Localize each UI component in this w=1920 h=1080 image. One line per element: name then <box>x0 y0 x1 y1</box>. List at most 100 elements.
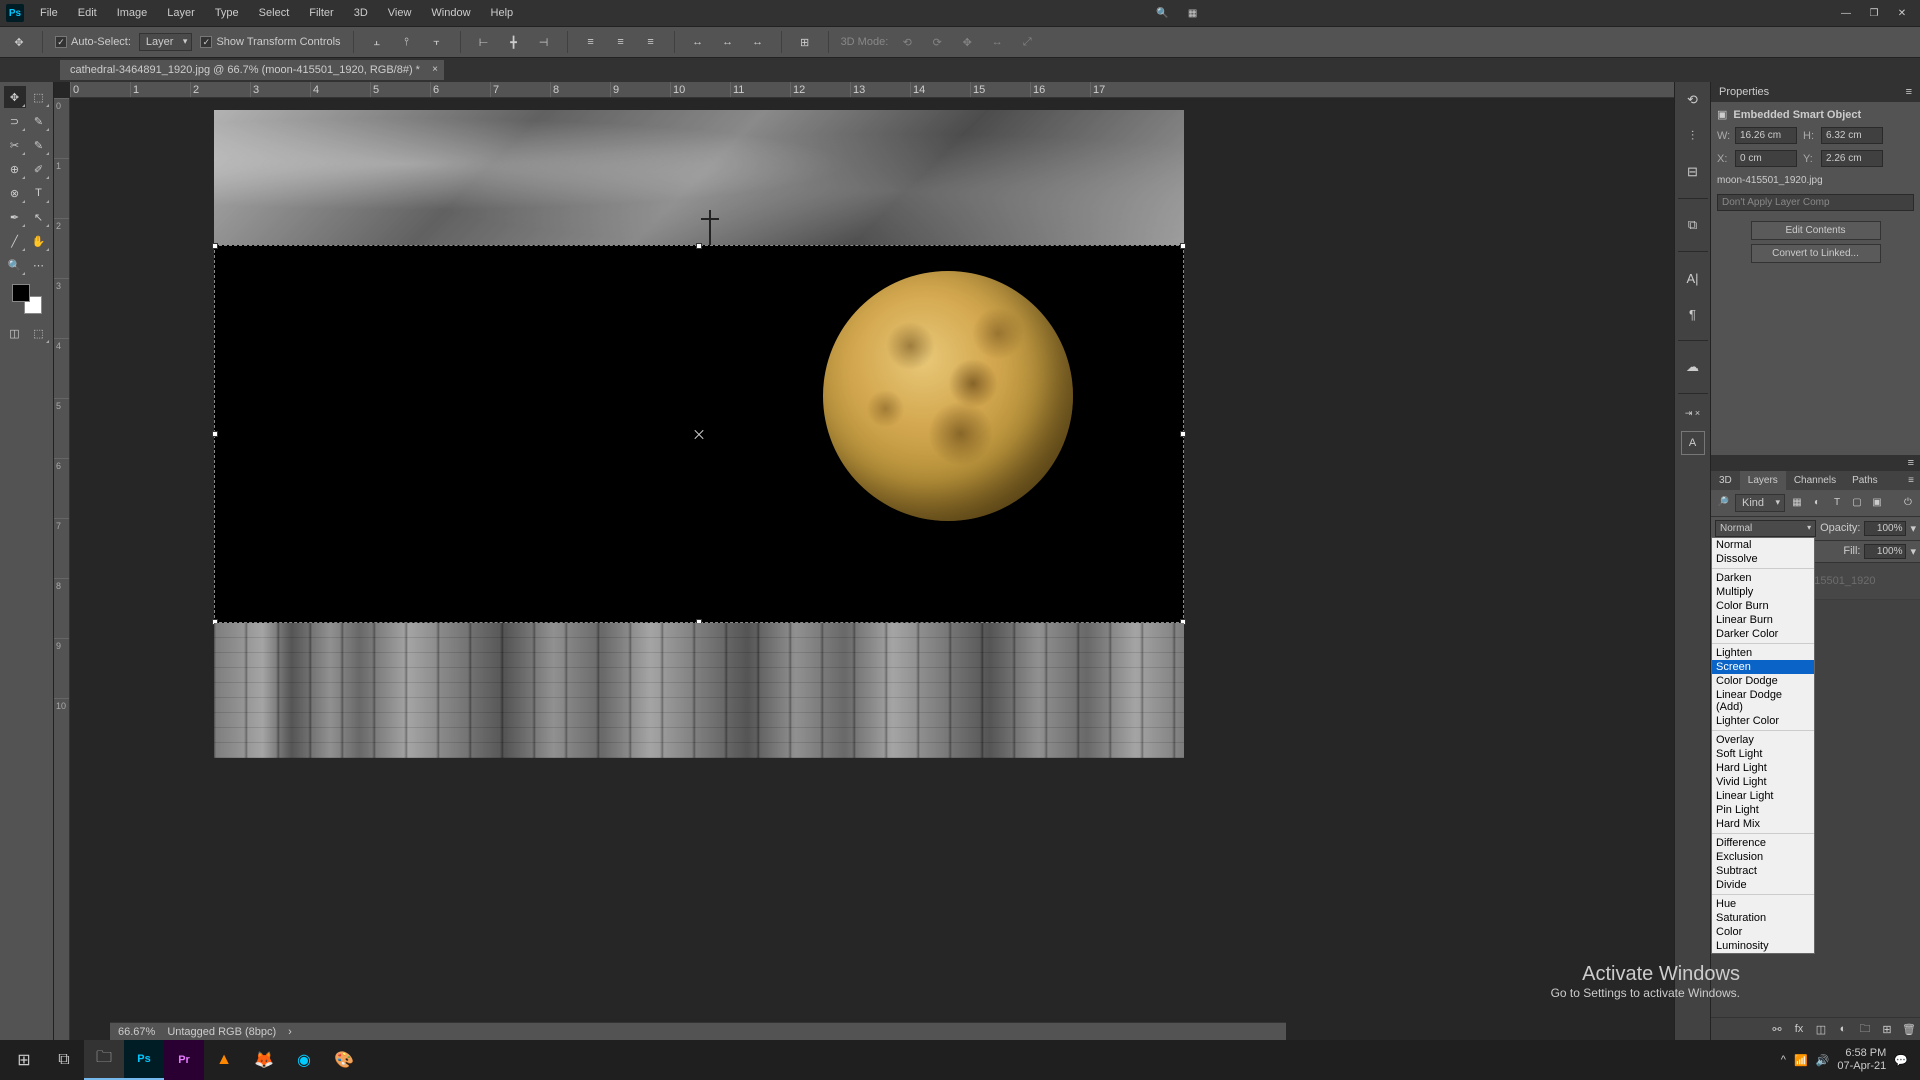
system-clock[interactable]: 6:58 PM 07-Apr-21 <box>1837 1047 1886 1073</box>
workspace-icon[interactable]: ▦ <box>1181 4 1205 22</box>
menu-select[interactable]: Select <box>251 3 298 23</box>
blend-option[interactable]: Pin Light <box>1712 803 1814 817</box>
menu-help[interactable]: Help <box>483 3 522 23</box>
height-input[interactable]: 6.32 cm <box>1821 127 1883 144</box>
filter-smart-icon[interactable]: ▣ <box>1869 495 1885 511</box>
premiere-taskbar-icon[interactable]: Pr <box>164 1040 204 1080</box>
blend-option[interactable]: Darker Color <box>1712 627 1814 641</box>
blend-option[interactable]: Hue <box>1712 897 1814 911</box>
blend-option[interactable]: Divide <box>1712 878 1814 892</box>
history-panel-icon[interactable]: ⟲ <box>1681 88 1705 112</box>
healing-tool[interactable]: ⊕ <box>4 158 26 180</box>
brush-tool[interactable]: ✐ <box>28 158 50 180</box>
paragraph-panel-icon[interactable]: ¶ <box>1681 302 1705 326</box>
blend-option[interactable]: Color <box>1712 925 1814 939</box>
move-tool[interactable]: ✥ <box>4 86 26 108</box>
blend-option[interactable]: Color Dodge <box>1712 674 1814 688</box>
opacity-input[interactable]: 100% <box>1864 521 1906 536</box>
blend-option[interactable]: Lighter Color <box>1712 714 1814 728</box>
character-panel-icon[interactable]: A| <box>1681 266 1705 290</box>
tab-paths[interactable]: Paths <box>1844 471 1886 490</box>
eyedropper-tool[interactable]: ✎ <box>28 134 50 156</box>
distribute-h-icon[interactable]: ↔ <box>747 31 769 53</box>
tab-3d[interactable]: 3D <box>1711 471 1740 490</box>
lasso-tool[interactable]: ⊃ <box>4 110 26 132</box>
edge-icon[interactable]: ◉ <box>284 1040 324 1080</box>
quickmask-tool[interactable]: ◫ <box>4 322 26 344</box>
blend-option[interactable]: Hard Mix <box>1712 817 1814 831</box>
search-icon[interactable]: 🔎 <box>1715 495 1731 511</box>
blend-option[interactable]: Subtract <box>1712 864 1814 878</box>
more-tools[interactable]: ⋯ <box>28 254 50 276</box>
stamp-tool[interactable]: ⊗ <box>4 182 26 204</box>
width-input[interactable]: 16.26 cm <box>1735 127 1797 144</box>
menu-type[interactable]: Type <box>207 3 247 23</box>
filter-shape-icon[interactable]: ▢ <box>1849 495 1865 511</box>
quick-select-tool[interactable]: ✎ <box>28 110 50 132</box>
filter-toggle-icon[interactable]: ⏻ <box>1900 495 1916 511</box>
glyphs-panel-icon[interactable]: A <box>1681 431 1705 455</box>
doc-info[interactable]: Untagged RGB (8bpc) <box>167 1026 276 1038</box>
x-input[interactable]: 0 cm <box>1735 150 1797 167</box>
foreground-color[interactable] <box>12 284 30 302</box>
blend-option[interactable]: Linear Burn <box>1712 613 1814 627</box>
tray-volume-icon[interactable]: 🔊 <box>1816 1054 1830 1067</box>
start-button[interactable]: ⊞ <box>4 1040 44 1080</box>
paint-icon[interactable]: 🎨 <box>324 1040 364 1080</box>
blend-option[interactable]: Saturation <box>1712 911 1814 925</box>
path-select-tool[interactable]: ↖ <box>28 206 50 228</box>
blend-option[interactable]: Overlay <box>1712 733 1814 747</box>
align-to-icon[interactable]: ⊞ <box>794 31 816 53</box>
blend-option[interactable]: Linear Light <box>1712 789 1814 803</box>
layer-comp-select[interactable]: Don't Apply Layer Comp <box>1717 194 1914 211</box>
blend-option[interactable]: Exclusion <box>1712 850 1814 864</box>
artboard-tool[interactable]: ⬚ <box>28 86 50 108</box>
photoshop-taskbar-icon[interactable]: Ps <box>124 1040 164 1080</box>
transform-handle[interactable] <box>1180 431 1186 437</box>
align-right-icon[interactable]: ⊣ <box>533 31 555 53</box>
fill-input[interactable]: 100% <box>1864 544 1906 559</box>
type-tool[interactable]: T <box>28 182 50 204</box>
blend-option[interactable]: Hard Light <box>1712 761 1814 775</box>
layer-style-icon[interactable]: fx <box>1792 1022 1806 1036</box>
menu-window[interactable]: Window <box>423 3 478 23</box>
hand-tool[interactable]: ✋ <box>28 230 50 252</box>
document-tab[interactable]: cathedral-3464891_1920.jpg @ 66.7% (moon… <box>60 60 444 80</box>
y-input[interactable]: 2.26 cm <box>1821 150 1883 167</box>
brushes-panel-icon[interactable]: ⫶ <box>1681 124 1705 148</box>
distribute-h-icon[interactable]: ↔ <box>717 31 739 53</box>
blend-option[interactable]: Lighten <box>1712 646 1814 660</box>
blend-option[interactable]: Soft Light <box>1712 747 1814 761</box>
delete-layer-icon[interactable]: 🗑 <box>1902 1022 1916 1036</box>
blend-option[interactable]: Luminosity <box>1712 939 1814 953</box>
align-top-icon[interactable]: ⫠ <box>366 31 388 53</box>
auto-select-checkbox[interactable]: ✓Auto-Select: <box>55 36 131 48</box>
menu-edit[interactable]: Edit <box>70 3 105 23</box>
firefox-icon[interactable]: 🦊 <box>244 1040 284 1080</box>
align-hcenter-icon[interactable]: ╋ <box>503 31 525 53</box>
new-layer-icon[interactable]: ⊞ <box>1880 1022 1894 1036</box>
task-view-icon[interactable]: ⧉ <box>44 1040 84 1080</box>
distribute-h-icon[interactable]: ↔ <box>687 31 709 53</box>
file-explorer-icon[interactable]: 🗀 <box>84 1040 124 1080</box>
pen-tool[interactable]: ✒ <box>4 206 26 228</box>
document-canvas[interactable] <box>214 110 1184 758</box>
blend-mode-select[interactable]: Normal <box>1715 520 1816 537</box>
notifications-icon[interactable]: 💬 <box>1894 1054 1908 1067</box>
transform-center[interactable] <box>693 428 705 440</box>
blend-option[interactable]: Color Burn <box>1712 599 1814 613</box>
transform-handle[interactable] <box>212 431 218 437</box>
zoom-tool[interactable]: 🔍 <box>4 254 26 276</box>
blend-option[interactable]: Dissolve <box>1712 552 1814 566</box>
properties-tab[interactable]: Properties≡ <box>1711 82 1920 102</box>
group-icon[interactable]: 🗀 <box>1858 1022 1872 1036</box>
blend-option[interactable]: Linear Dodge (Add) <box>1712 688 1814 714</box>
crop-tool[interactable]: ✂ <box>4 134 26 156</box>
link-layers-icon[interactable]: ⚯ <box>1770 1022 1784 1036</box>
search-icon[interactable]: 🔍 <box>1151 4 1175 22</box>
show-transform-checkbox[interactable]: ✓Show Transform Controls <box>200 36 340 48</box>
filter-kind-select[interactable]: Kind <box>1735 494 1785 512</box>
chevron-right-icon[interactable]: › <box>288 1026 292 1038</box>
menu-view[interactable]: View <box>380 3 420 23</box>
clone-panel-icon[interactable]: ⧉ <box>1681 213 1705 237</box>
